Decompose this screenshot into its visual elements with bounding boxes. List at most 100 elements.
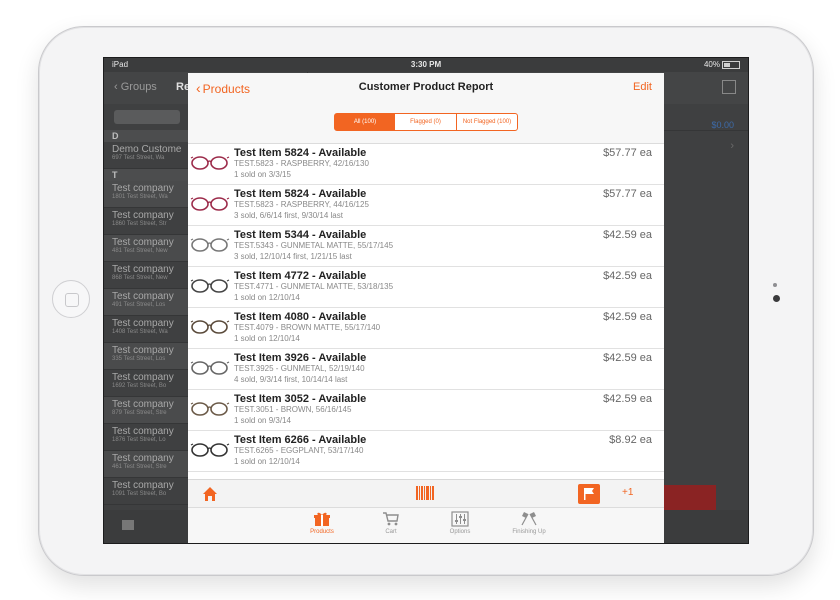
eyeglasses-icon — [190, 279, 230, 293]
customer-row[interactable]: Demo Custome 697 Test Street, Wa — [104, 142, 188, 169]
modal-nav-bar: ‹ Products Customer Product Report Edit — [188, 73, 664, 103]
chevron-right-icon[interactable]: › — [730, 140, 734, 152]
modal-tab-bar: Products Cart Options Finishing Up — [188, 507, 664, 543]
customer-name: Test company — [112, 426, 174, 437]
customer-row[interactable]: Test company 491 Test Street, Los — [104, 289, 188, 316]
product-row[interactable]: Test Item 5344 - Available TEST.5343 - GU… — [188, 226, 664, 267]
product-sold-info: 1 sold on 12/10/14 — [234, 334, 300, 343]
product-price: $42.59 ea — [603, 393, 652, 405]
customer-row[interactable]: Test company 481 Test Street, New — [104, 235, 188, 262]
eyeglasses-icon — [190, 320, 230, 334]
eyeglasses-icon — [190, 361, 230, 375]
sliders-icon — [451, 511, 469, 527]
customer-row[interactable]: Test company 1876 Test Street, Lo — [104, 424, 188, 451]
product-row[interactable]: Test Item 5824 - Available TEST.5823 - RA… — [188, 185, 664, 226]
product-row[interactable]: Test Item 3052 - Available TEST.3051 - BR… — [188, 390, 664, 431]
segment-not-flagged[interactable]: Not Flagged (100) — [456, 113, 518, 131]
product-sku: TEST.4771 - GUNMETAL MATTE, 53/18/135 — [234, 282, 394, 291]
flag-icon — [584, 488, 594, 500]
product-title: Test Item 6266 - Available — [234, 434, 367, 446]
status-time: 3:30 PM — [410, 60, 442, 69]
section-letter: D — [104, 130, 188, 142]
customer-name: Test company — [112, 210, 174, 221]
customer-address: 491 Test Street, Los — [112, 302, 166, 308]
product-sku: TEST.3051 - BROWN, 56/16/145 — [234, 405, 352, 414]
tab-finishing-up-label: Finishing Up — [512, 529, 546, 535]
eyeglasses-icon — [190, 156, 230, 170]
modal-title: Customer Product Report — [358, 81, 494, 93]
battery-percent: 40% — [703, 60, 720, 69]
customer-name: Test company — [112, 291, 174, 302]
background-header-cell — [664, 110, 748, 131]
product-row[interactable]: Test Item 4080 - Available TEST.4079 - BR… — [188, 308, 664, 349]
customer-row[interactable]: Test company 1801 Test Street, Wa — [104, 181, 188, 208]
customer-row[interactable]: Test company 335 Test Street, Los — [104, 343, 188, 370]
product-sku: TEST.4079 - BROWN MATTE, 55/17/140 — [234, 323, 381, 332]
flag-button[interactable] — [578, 484, 600, 504]
home-icon[interactable] — [122, 520, 134, 530]
product-title: Test Item 5824 - Available — [234, 188, 367, 200]
status-bar: iPad 3:30 PM 40% — [104, 58, 748, 72]
segment-flagged[interactable]: Flagged (0) — [395, 113, 457, 131]
customer-name: Test company — [112, 372, 174, 383]
tab-options[interactable]: Options — [430, 511, 490, 535]
customer-address: 697 Test Street, Wa — [112, 155, 165, 161]
edit-button[interactable]: Edit — [633, 81, 652, 93]
filter-segment-bar: All (100) Flagged (0) Not Flagged (100) — [188, 103, 664, 144]
product-row[interactable]: Test Item 6266 - Available TEST.6265 - EG… — [188, 431, 664, 472]
product-sold-info: 1 sold on 12/10/14 — [234, 293, 300, 302]
customer-name: Test company — [112, 237, 174, 248]
customer-row[interactable]: Test company 1860 Test Street, Str — [104, 208, 188, 235]
customer-row[interactable]: Test company 1408 Test Street, Wa — [104, 316, 188, 343]
customer-product-report-modal: ‹ Products Customer Product Report Edit A… — [188, 73, 664, 543]
battery-status: 40% — [704, 58, 740, 72]
product-price: $8.92 ea — [609, 434, 652, 446]
customer-row[interactable]: Test company 879 Test Street, Stre — [104, 397, 188, 424]
barcode-icon[interactable] — [416, 486, 434, 500]
customer-name: Test company — [112, 480, 174, 491]
customer-address: 461 Test Street, Stre — [112, 464, 167, 470]
segment-all[interactable]: All (100) — [334, 113, 396, 131]
product-price: $42.59 ea — [603, 311, 652, 323]
product-sold-info: 1 sold on 9/3/14 — [234, 416, 291, 425]
home-button[interactable] — [52, 280, 90, 318]
product-title: Test Item 3926 - Available — [234, 352, 367, 364]
tab-cart[interactable]: Cart — [361, 511, 421, 535]
camera-dot — [773, 295, 780, 302]
tab-products-label: Products — [310, 529, 334, 535]
product-sku: TEST.6265 - EGGPLANT, 53/17/140 — [234, 446, 364, 455]
product-row[interactable]: Test Item 4772 - Available TEST.4771 - GU… — [188, 267, 664, 308]
tab-finishing-up[interactable]: Finishing Up — [499, 511, 559, 535]
customer-row[interactable]: Test company 461 Test Street, Stre — [104, 451, 188, 478]
product-price: $42.59 ea — [603, 352, 652, 364]
product-list: Test Item 5824 - Available TEST.5823 - RA… — [188, 144, 664, 474]
customer-row[interactable]: Test company 868 Test Street, New — [104, 262, 188, 289]
home-icon[interactable] — [202, 486, 218, 502]
compose-icon[interactable] — [722, 80, 736, 94]
customer-name: Demo Custome — [112, 144, 182, 155]
background-red-button[interactable] — [664, 485, 716, 513]
groups-back-label: Groups — [120, 81, 157, 93]
customer-search-field[interactable] — [114, 110, 180, 124]
tab-cart-label: Cart — [385, 529, 397, 535]
tab-options-label: Options — [449, 529, 471, 535]
product-price: $42.59 ea — [603, 270, 652, 282]
product-sku: TEST.3925 - GUNMETAL, 52/19/140 — [234, 364, 365, 373]
eyeglasses-icon — [190, 238, 230, 252]
product-sku: TEST.5823 - RASPBERRY, 42/16/130 — [234, 159, 369, 168]
product-row[interactable]: Test Item 3926 - Available TEST.3925 - GU… — [188, 349, 664, 390]
product-row[interactable]: Test Item 5824 - Available TEST.5823 - RA… — [188, 144, 664, 185]
customer-address: 1408 Test Street, Wa — [112, 329, 168, 335]
sensor-dot — [773, 283, 777, 287]
customer-row[interactable]: Test company 1091 Test Street, Bo — [104, 478, 188, 505]
customer-address: 335 Test Street, Los — [112, 356, 166, 362]
customer-row[interactable]: Test company 1692 Test Street, Bo — [104, 370, 188, 397]
product-title: Test Item 5344 - Available — [234, 229, 367, 241]
product-title: Test Item 4080 - Available — [234, 311, 367, 323]
checkered-flags-icon — [521, 512, 537, 526]
groups-back-button[interactable]: ‹ Groups — [114, 81, 157, 93]
customer-name: Test company — [112, 453, 174, 464]
background-detail-column: $0.00 › — [664, 104, 748, 510]
tab-products[interactable]: Products — [292, 511, 352, 535]
product-sold-info: 4 sold, 9/3/14 first, 10/14/14 last — [234, 375, 348, 384]
